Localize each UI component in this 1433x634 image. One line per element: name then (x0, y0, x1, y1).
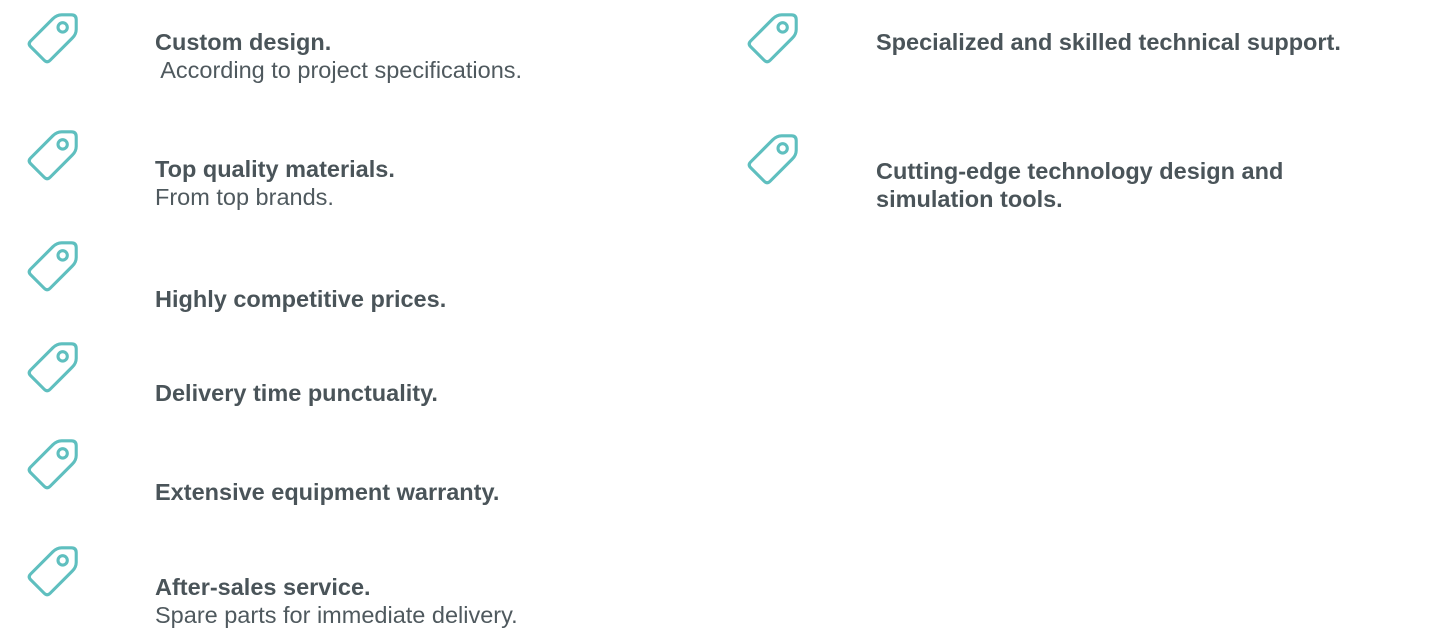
feature-title: Delivery time punctuality. (155, 380, 438, 406)
feature-title: After-sales service. (155, 574, 371, 600)
feature-title: Top quality materials. (155, 156, 395, 182)
feature-subtitle: Spare parts for immediate delivery. (155, 602, 518, 628)
feature-title: Custom design. (155, 29, 332, 55)
tag-icon (21, 236, 83, 298)
tag-icon (741, 129, 803, 191)
tag-icon (21, 337, 83, 399)
feature-title: Cutting-edge technology design and simul… (876, 158, 1284, 212)
tag-icon (21, 8, 83, 70)
feature-title: Extensive equipment warranty. (155, 479, 500, 505)
feature-subtitle: According to project specifications. (155, 57, 523, 83)
tag-icon (21, 125, 83, 187)
tag-icon (21, 434, 83, 496)
tag-icon (741, 8, 803, 70)
tag-icon (21, 541, 83, 603)
feature-title: Highly competitive prices. (155, 286, 447, 312)
feature-title: Specialized and skilled technical suppor… (876, 29, 1341, 55)
feature-subtitle: From top brands. (155, 184, 334, 210)
